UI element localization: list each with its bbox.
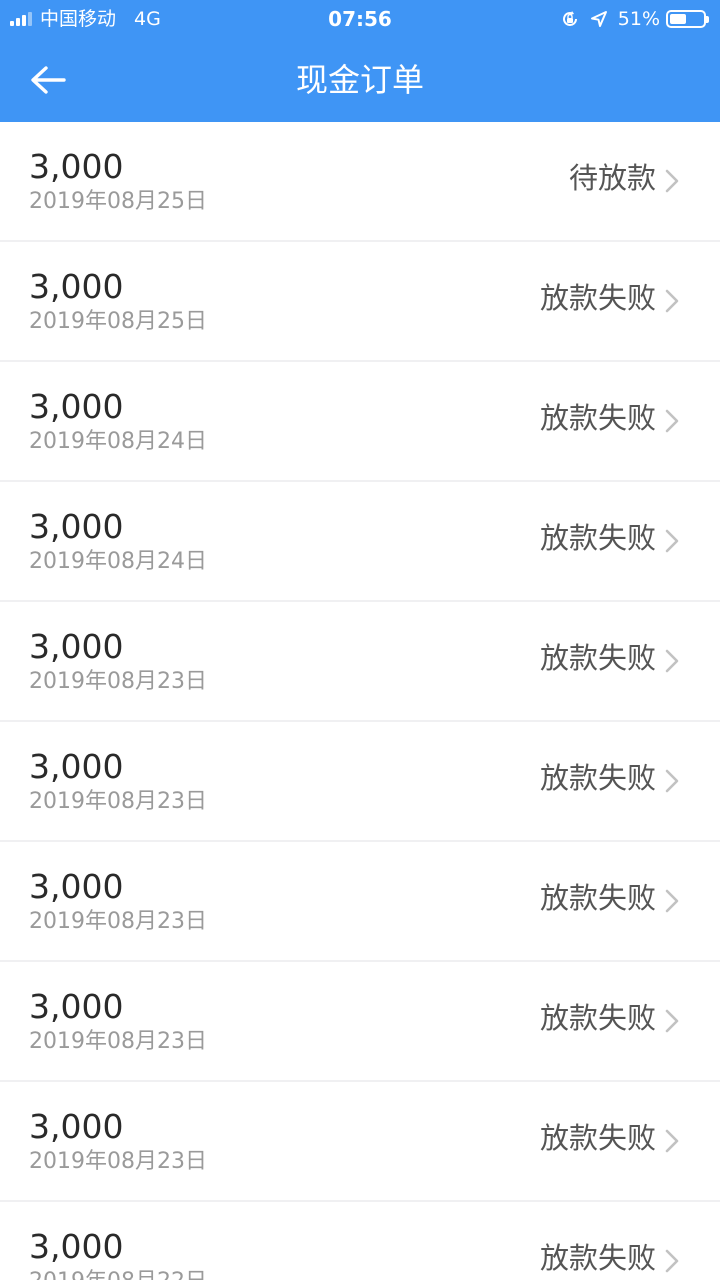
orientation-lock-icon: [560, 9, 580, 29]
chevron-right-icon: [665, 889, 679, 913]
order-amount: 3,000: [29, 747, 124, 786]
order-row[interactable]: 3,000 2019年08月25日 放款失败: [0, 242, 720, 360]
order-row[interactable]: 3,000 2019年08月24日 放款失败: [0, 362, 720, 480]
chevron-right-icon: [665, 769, 679, 793]
nav-bar: 现金订单: [0, 38, 720, 122]
chevron-right-icon: [665, 529, 679, 553]
order-status: 放款失败: [539, 281, 656, 315]
chevron-right-icon: [665, 1129, 679, 1153]
order-amount: 3,000: [29, 267, 124, 306]
order-status: 放款失败: [539, 881, 656, 915]
chevron-right-icon: [665, 649, 679, 673]
order-row[interactable]: 3,000 2019年08月23日 放款失败: [0, 1082, 720, 1200]
order-date: 2019年08月24日: [29, 429, 207, 454]
order-date: 2019年08月23日: [29, 1029, 207, 1054]
order-status: 放款失败: [539, 1241, 656, 1275]
status-bar: 中国移动 4G 07:56 51%: [0, 0, 720, 38]
status-bar-right: 51%: [560, 0, 709, 38]
order-row[interactable]: 3,000 2019年08月22日 放款失败: [0, 1202, 720, 1280]
order-status: 放款失败: [539, 1001, 656, 1035]
order-date: 2019年08月23日: [29, 669, 207, 694]
order-status: 放款失败: [539, 641, 656, 675]
chevron-right-icon: [665, 1009, 679, 1033]
order-date: 2019年08月23日: [29, 1149, 207, 1174]
order-status: 放款失败: [539, 521, 656, 555]
back-button[interactable]: [22, 56, 74, 104]
order-amount: 3,000: [29, 987, 124, 1026]
order-amount: 3,000: [29, 867, 124, 906]
arrow-left-icon: [31, 66, 66, 94]
page-title: 现金订单: [295, 61, 424, 99]
order-amount: 3,000: [29, 147, 124, 186]
order-date: 2019年08月24日: [29, 549, 207, 574]
order-list: 3,000 2019年08月25日 待放款 3,000 2019年08月25日 …: [0, 122, 720, 1280]
battery-icon: [666, 10, 709, 28]
order-amount: 3,000: [29, 1227, 124, 1266]
app-screen: 中国移动 4G 07:56 51% 现金订单 3,000 2019年08月25日…: [0, 0, 720, 1280]
chevron-right-icon: [665, 289, 679, 313]
order-date: 2019年08月25日: [29, 189, 207, 214]
order-status: 放款失败: [539, 1121, 656, 1155]
chevron-right-icon: [665, 409, 679, 433]
battery-percent: 51%: [617, 8, 660, 30]
order-row[interactable]: 3,000 2019年08月25日 待放款: [0, 122, 720, 240]
order-amount: 3,000: [29, 1107, 124, 1146]
order-date: 2019年08月23日: [29, 789, 207, 814]
order-row[interactable]: 3,000 2019年08月23日 放款失败: [0, 842, 720, 960]
chevron-right-icon: [665, 169, 679, 193]
order-row[interactable]: 3,000 2019年08月23日 放款失败: [0, 602, 720, 720]
order-date: 2019年08月22日: [29, 1268, 207, 1280]
location-icon: [590, 10, 608, 28]
order-status: 待放款: [568, 161, 656, 195]
order-row[interactable]: 3,000 2019年08月24日 放款失败: [0, 482, 720, 600]
chevron-right-icon: [665, 1249, 679, 1273]
order-row[interactable]: 3,000 2019年08月23日 放款失败: [0, 962, 720, 1080]
order-amount: 3,000: [29, 387, 124, 426]
order-status: 放款失败: [539, 401, 656, 435]
battery-level: [670, 14, 686, 24]
order-row[interactable]: 3,000 2019年08月23日 放款失败: [0, 722, 720, 840]
order-amount: 3,000: [29, 507, 124, 546]
order-status: 放款失败: [539, 761, 656, 795]
order-date: 2019年08月25日: [29, 309, 207, 334]
top-bar: 中国移动 4G 07:56 51% 现金订单: [0, 0, 720, 122]
order-date: 2019年08月23日: [29, 909, 207, 934]
order-amount: 3,000: [29, 627, 124, 666]
